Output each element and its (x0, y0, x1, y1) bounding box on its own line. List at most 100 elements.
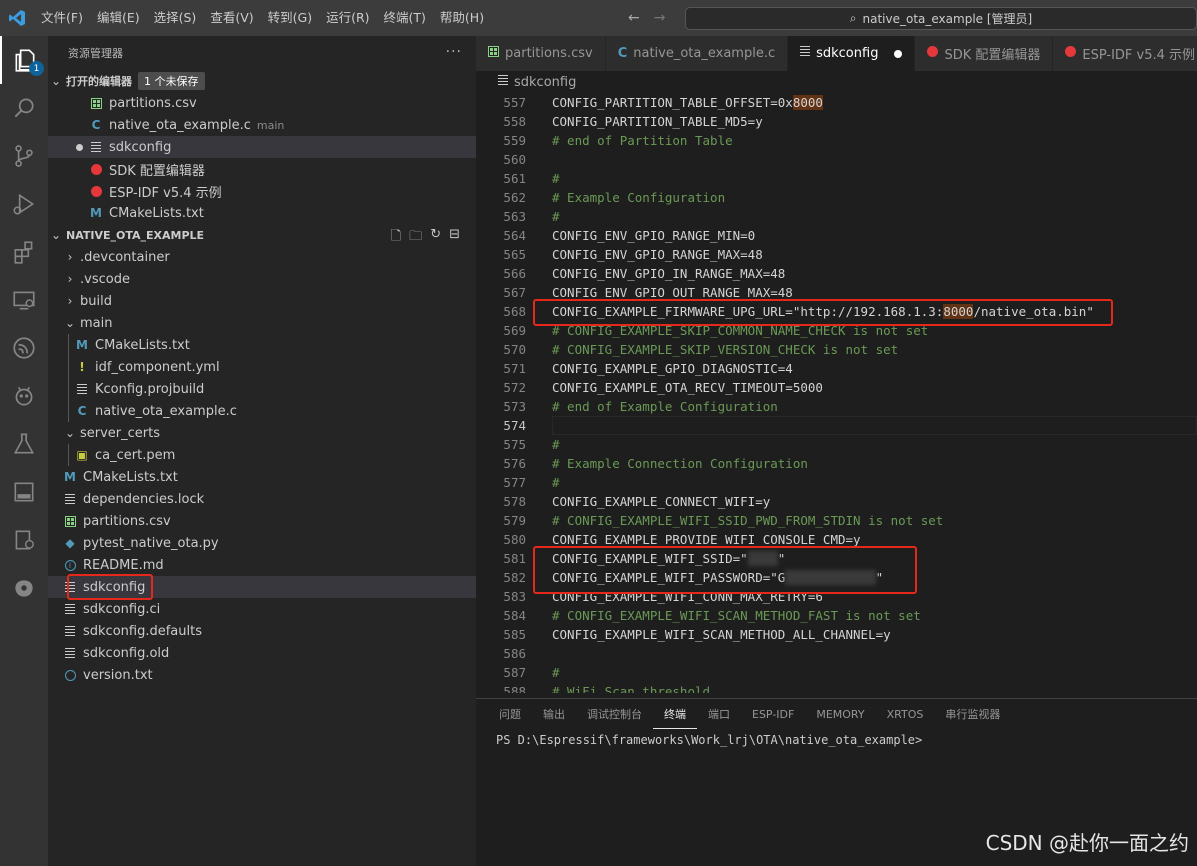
chevron-down-icon: ⌄ (50, 74, 62, 88)
arrow-right-icon[interactable]: → (654, 10, 666, 26)
arrow-left-icon[interactable]: ← (628, 10, 640, 26)
panel-tab[interactable]: 调试控制台 (576, 699, 653, 729)
line-number: 562 (503, 190, 526, 205)
espressif-icon[interactable] (0, 324, 48, 372)
file-item[interactable]: partitions.csv (48, 510, 476, 532)
code-editor[interactable]: 557 CONFIG_PARTITION_TABLE_OFFSET=0x8000 5… (476, 93, 1197, 693)
device-manager-icon[interactable] (0, 516, 48, 564)
panel-tab[interactable]: 端口 (697, 699, 741, 729)
panel-tab[interactable]: 终端 (653, 699, 697, 729)
code-text: # (552, 437, 560, 452)
espidf-explorer-icon[interactable] (0, 564, 48, 612)
test-flask-icon[interactable] (0, 420, 48, 468)
command-center[interactable]: ⌕ native_ota_example [管理员] (685, 7, 1197, 30)
open-editor-item[interactable]: ESP-IDF v5.4 示例 (48, 180, 476, 202)
code-text: # CONFIG_EXAMPLE_WIFI_SCAN_METHOD_FAST i… (552, 608, 921, 623)
menu-item[interactable]: 编辑(E) (90, 0, 147, 36)
open-editor-item[interactable]: partitions.csv (48, 92, 476, 114)
file-item[interactable]: dependencies.lock (48, 488, 476, 510)
tab-esp[interactable]: ESP-IDF v5.4 示例 (1053, 36, 1197, 71)
code-line: 585 CONFIG_EXAMPLE_WIFI_SCAN_METHOD_ALL_C… (476, 625, 1197, 644)
terminal-prompt[interactable]: PS D:\Espressif\frameworks\Work_lrj\OTA\… (476, 729, 1197, 751)
file-item[interactable]: Kconfig.projbuild (48, 378, 476, 400)
tab-c[interactable]: Cnative_ota_example.c (605, 36, 789, 71)
remote-explorer-icon[interactable] (0, 276, 48, 324)
file-item[interactable]: sdkconfig.ci (48, 598, 476, 620)
code-line: 559 # end of Partition Table (476, 131, 1197, 150)
menu-item[interactable]: 帮助(H) (433, 0, 491, 36)
tab-esp[interactable]: SDK 配置编辑器 (915, 36, 1054, 71)
menu-item[interactable]: 运行(R) (319, 0, 376, 36)
open-editor-item[interactable]: M CMakeLists.txt (48, 202, 476, 224)
line-number: 576 (503, 456, 526, 471)
line-number: 585 (503, 627, 526, 642)
line-number: 588 (503, 684, 526, 693)
file-name: Kconfig.projbuild (95, 381, 205, 397)
wifi-highlight-box (533, 546, 917, 594)
file-item[interactable]: version.txt (48, 664, 476, 686)
file-name: sdkconfig.defaults (83, 623, 202, 639)
modified-dot-icon[interactable] (894, 49, 903, 58)
line-number: 586 (503, 646, 526, 661)
line-number: 558 (503, 114, 526, 129)
panel-tab[interactable]: MEMORY (805, 699, 875, 729)
file-item[interactable]: ! idf_component.yml (48, 356, 476, 378)
menu-item[interactable]: 查看(V) (203, 0, 260, 36)
tab-csv[interactable]: partitions.csv (476, 36, 606, 71)
search-icon[interactable] (0, 84, 48, 132)
line-number: 560 (503, 152, 526, 167)
extensions-icon[interactable] (0, 228, 48, 276)
code-text: # Example Configuration (552, 190, 726, 205)
line-number: 570 (503, 342, 526, 357)
terminal-view-icon[interactable] (0, 468, 48, 516)
tab-lines[interactable]: sdkconfig (788, 36, 916, 71)
panel-tab[interactable]: 输出 (532, 699, 576, 729)
csv-file-icon (88, 95, 104, 111)
folder-name: .devcontainer (80, 249, 170, 265)
source-control-icon[interactable] (0, 132, 48, 180)
panel-tab[interactable]: XRTOS (876, 699, 935, 729)
file-item[interactable]: ◆ pytest_native_ota.py (48, 532, 476, 554)
folder-item[interactable]: ⌄ server_certs (48, 422, 476, 444)
menu-item[interactable]: 选择(S) (147, 0, 204, 36)
folder-item[interactable]: › .vscode (48, 268, 476, 290)
menu-item[interactable]: 文件(F) (34, 0, 90, 36)
line-number: 571 (503, 361, 526, 376)
code-line: 563 # (476, 207, 1197, 226)
panel-tab[interactable]: ESP-IDF (741, 699, 805, 729)
open-editors-section[interactable]: ⌄ 打开的编辑器 1 个未保存 (48, 70, 476, 92)
explorer-icon[interactable]: 1 (0, 36, 48, 84)
open-editor-item[interactable]: SDK 配置编辑器 (48, 158, 476, 180)
file-item[interactable]: i README.md (48, 554, 476, 576)
csv-file-icon (488, 46, 499, 61)
open-editor-item[interactable]: sdkconfig (48, 136, 476, 158)
code-text: CONFIG_EXAMPLE_CONNECT_WIFI=y (552, 494, 771, 509)
panel-tab[interactable]: 问题 (488, 699, 532, 729)
project-section[interactable]: ⌄ NATIVE_OTA_EXAMPLE 🗋 🗀 ↻ ⊟ (48, 224, 476, 246)
folder-item[interactable]: › .devcontainer (48, 246, 476, 268)
file-item[interactable]: Cnative_ota_example.c (48, 400, 476, 422)
more-actions-icon[interactable]: ··· (446, 44, 462, 60)
code-line: 562 # Example Configuration (476, 188, 1197, 207)
text-file-icon (62, 645, 78, 661)
code-text: CONFIG_ENV_GPIO_RANGE_MIN=0 (552, 228, 756, 243)
file-item[interactable]: M CMakeLists.txt (48, 466, 476, 488)
menu-item[interactable]: 转到(G) (261, 0, 319, 36)
url-highlight-box (533, 299, 1113, 326)
panel-tab[interactable]: 串行监视器 (934, 699, 1011, 729)
folder-item[interactable]: ⌄ main (48, 312, 476, 334)
chevron-down-icon: ⌄ (64, 316, 76, 330)
menu-item[interactable]: 终端(T) (377, 0, 433, 36)
file-item[interactable]: M CMakeLists.txt (48, 334, 476, 356)
platformio-icon[interactable] (0, 372, 48, 420)
open-editor-item[interactable]: Cnative_ota_example.c main (48, 114, 476, 136)
run-debug-icon[interactable] (0, 180, 48, 228)
code-line: 575 # (476, 435, 1197, 454)
espressif-file-icon (1065, 46, 1077, 61)
file-item[interactable]: ▣ ca_cert.pem (48, 444, 476, 466)
breadcrumb-file[interactable]: sdkconfig (514, 75, 576, 90)
file-item[interactable]: sdkconfig.defaults (48, 620, 476, 642)
folder-item[interactable]: › build (48, 290, 476, 312)
file-item[interactable]: sdkconfig.old (48, 642, 476, 664)
code-line: 566 CONFIG_ENV_GPIO_IN_RANGE_MAX=48 (476, 264, 1197, 283)
